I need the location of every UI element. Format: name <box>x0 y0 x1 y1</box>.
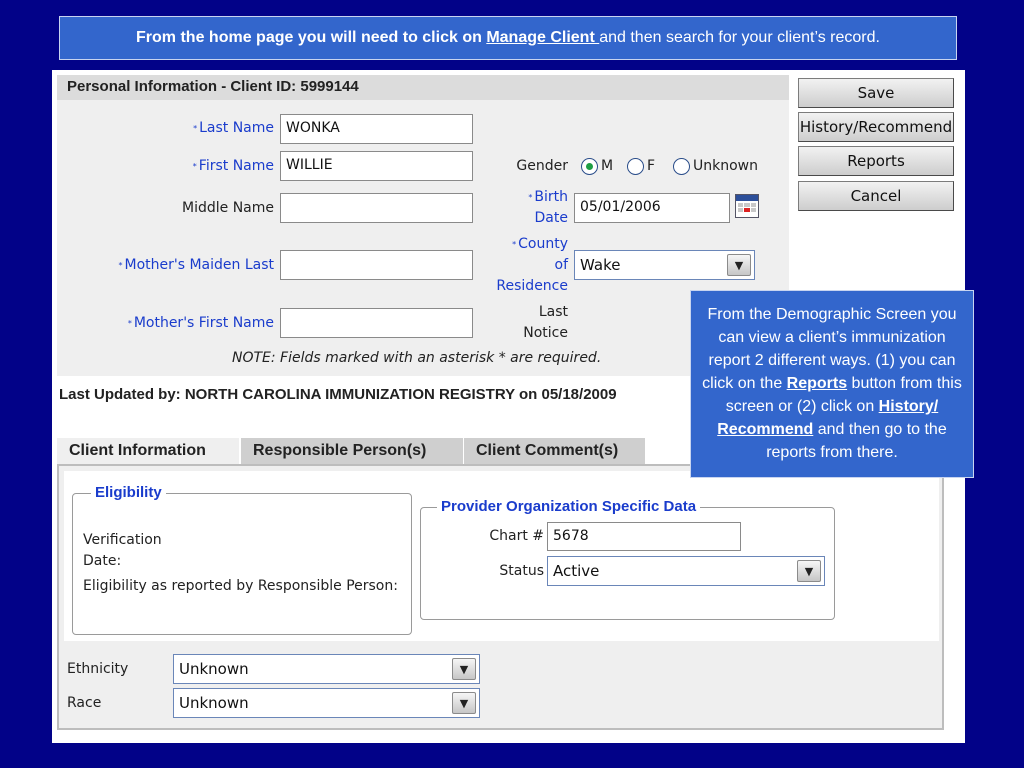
gender-m-radio[interactable] <box>581 158 598 175</box>
mothers-maiden-label: * Mother's Maiden Last <box>118 257 274 273</box>
gender-f-radio[interactable] <box>627 158 644 175</box>
county-value: Wake <box>580 256 621 274</box>
ethnicity-value: Unknown <box>179 660 249 678</box>
birth-date-field[interactable]: 05/01/2006 <box>574 193 730 223</box>
gender-label: Gender <box>516 158 568 174</box>
tab-client-comments[interactable]: Client Comment(s) <box>464 438 645 464</box>
chevron-down-icon[interactable]: ▼ <box>727 254 751 276</box>
last-name-label: * Last Name <box>193 120 274 136</box>
save-button[interactable]: Save <box>798 78 954 108</box>
race-select[interactable]: Unknown ▼ <box>173 688 480 718</box>
birth-date-label: * Birth Date <box>528 189 568 226</box>
gender-unknown-label: Unknown <box>693 158 758 174</box>
tab-responsible-persons[interactable]: Responsible Person(s) <box>241 438 463 464</box>
provider-data-legend: Provider Organization Specific Data <box>437 498 701 515</box>
last-notice-label: Last Notice <box>523 304 568 341</box>
mothers-first-label: * Mother's First Name <box>127 315 274 331</box>
chevron-down-icon[interactable]: ▼ <box>797 560 821 582</box>
first-name-label: * First Name <box>192 158 274 174</box>
middle-name-label: Middle Name <box>182 200 274 216</box>
mothers-first-field[interactable] <box>280 308 473 338</box>
manage-client-link-text: Manage Client <box>486 29 600 46</box>
tab-client-information[interactable]: Client Information <box>57 438 239 464</box>
chevron-down-icon[interactable]: ▼ <box>452 658 476 680</box>
instruction-banner: From the home page you will need to clic… <box>59 16 957 60</box>
personal-info-header: Personal Information - Client ID: 599914… <box>57 75 789 100</box>
gender-m-label: M <box>601 158 614 174</box>
calendar-icon[interactable] <box>735 194 759 218</box>
race-label: Race <box>67 695 102 711</box>
chart-number-label: Chart # <box>489 528 544 544</box>
chevron-down-icon[interactable]: ▼ <box>452 692 476 714</box>
ethnicity-select[interactable]: Unknown ▼ <box>173 654 480 684</box>
chart-number-field[interactable]: 5678 <box>547 522 741 551</box>
mothers-maiden-field[interactable] <box>280 250 473 280</box>
history-recommend-button[interactable]: History/Recommend <box>798 112 954 142</box>
county-select[interactable]: Wake ▼ <box>574 250 755 280</box>
first-name-field[interactable]: WILLIE <box>280 151 473 181</box>
gender-unknown-radio[interactable] <box>673 158 690 175</box>
cancel-button[interactable]: Cancel <box>798 181 954 211</box>
callout-reports-text: Reports <box>786 375 848 392</box>
middle-name-field[interactable] <box>280 193 473 223</box>
banner-text-2: and then search for your client’s record… <box>599 29 880 46</box>
race-value: Unknown <box>179 694 249 712</box>
reports-button[interactable]: Reports <box>798 146 954 176</box>
last-name-field[interactable]: WONKA <box>280 114 473 144</box>
gender-f-label: F <box>647 158 656 174</box>
eligibility-legend: Eligibility <box>91 484 166 501</box>
ethnicity-label: Ethnicity <box>67 661 129 677</box>
last-updated-text: Last Updated by: NORTH CAROLINA IMMUNIZA… <box>59 386 617 403</box>
county-label: * County of Residence <box>496 236 568 294</box>
status-select[interactable]: Active ▼ <box>547 556 825 586</box>
reports-callout: From the Demographic Screen you can view… <box>690 290 974 478</box>
verification-date-label: Verification Date: <box>83 532 162 569</box>
status-label: Status <box>499 563 544 579</box>
status-value: Active <box>553 562 600 580</box>
eligibility-reported-label: Eligibility as reported by Responsible P… <box>83 578 398 594</box>
banner-text: From the home page you will need to clic… <box>136 29 487 46</box>
required-note: NOTE: Fields marked with an asterisk * a… <box>232 350 602 366</box>
